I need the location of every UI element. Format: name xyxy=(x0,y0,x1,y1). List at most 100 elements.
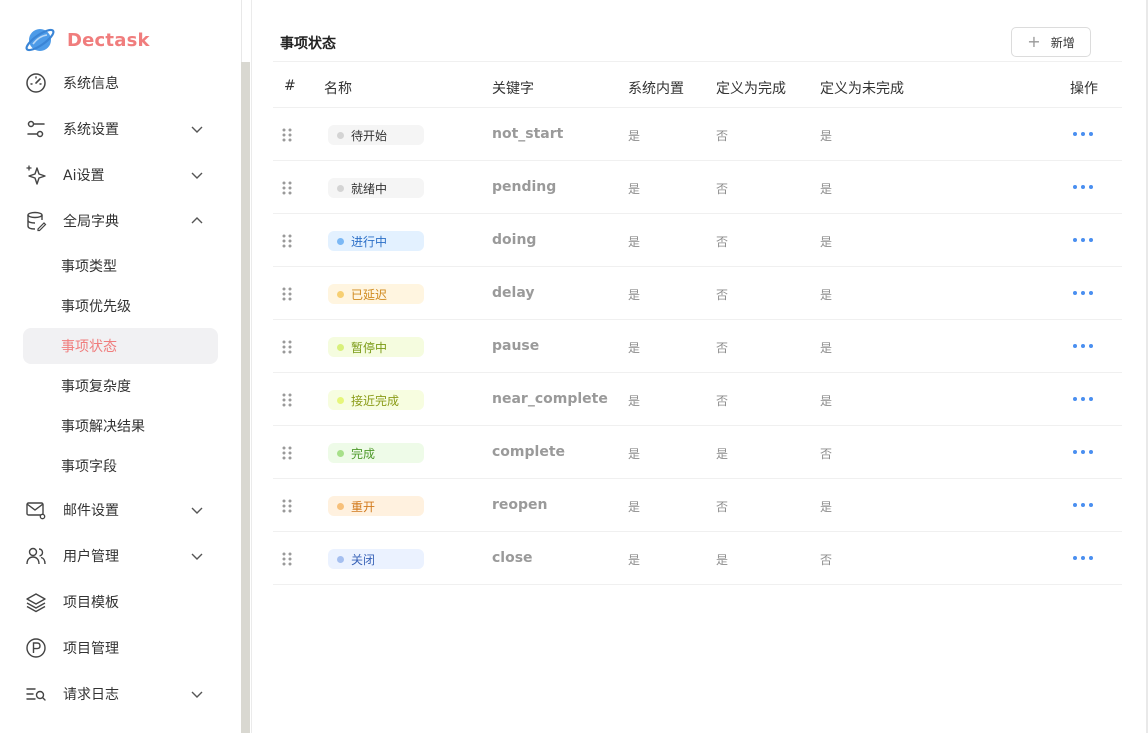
sidebar-item-ai-settings[interactable]: Ai设置 xyxy=(22,157,218,193)
drag-handle-icon[interactable] xyxy=(281,551,293,567)
drag-handle-icon[interactable] xyxy=(281,286,293,302)
column-header-defined-undone[interactable]: 定义为未完成 xyxy=(820,78,904,98)
status-dot xyxy=(337,555,344,563)
more-dots-icon[interactable] xyxy=(1073,178,1093,196)
drag-handle-icon[interactable] xyxy=(281,339,293,355)
chevron-down-icon xyxy=(191,553,203,560)
more-dots-icon[interactable] xyxy=(1073,390,1093,408)
sidebar-subitem-label: 事项优先级 xyxy=(61,299,131,315)
defined-done-value: 否 xyxy=(716,341,729,355)
defined-undone-value: 否 xyxy=(820,553,833,567)
sidebar-subitem-item-complexity[interactable]: 事项复杂度 xyxy=(23,368,218,404)
status-tag-label: 暂停中 xyxy=(351,340,388,355)
brand-name: Dectask xyxy=(67,29,150,51)
more-dots-icon[interactable] xyxy=(1073,284,1093,302)
main-panel: 事项状态 + 新增 # 名称 关键字 系统内置 定义为完成 定义为未完成 操作 … xyxy=(251,0,1148,733)
defined-undone-value: 是 xyxy=(820,129,833,143)
status-tag: 关闭 xyxy=(328,549,424,569)
drag-handle-icon[interactable] xyxy=(281,233,293,249)
defined-undone-value: 否 xyxy=(820,447,833,461)
builtin-value: 是 xyxy=(628,447,641,461)
sidebar-item-mail-settings[interactable]: 邮件设置 xyxy=(22,492,218,528)
column-header-defined-done[interactable]: 定义为完成 xyxy=(716,78,786,98)
ai-sparkle-icon xyxy=(24,163,48,187)
sidebar-subitem-item-priority[interactable]: 事项优先级 xyxy=(23,288,218,324)
more-dots-icon[interactable] xyxy=(1073,231,1093,249)
table-row: 进行中 doing 是 否 是 xyxy=(273,214,1122,267)
sidebar-subitem-label: 事项复杂度 xyxy=(61,379,131,395)
status-tag-label: 待开始 xyxy=(351,128,388,143)
table-row: 已延迟 delay 是 否 是 xyxy=(273,267,1122,320)
chevron-down-icon xyxy=(191,507,203,514)
drag-handle-icon[interactable] xyxy=(281,127,293,143)
chevron-down-icon xyxy=(191,691,203,698)
sidebar-item-global-dictionary[interactable]: 全局字典 xyxy=(22,203,218,239)
status-dot xyxy=(337,343,344,351)
defined-done-value: 否 xyxy=(716,235,729,249)
sidebar-item-user-management[interactable]: 用户管理 xyxy=(22,538,218,574)
drag-handle-icon[interactable] xyxy=(281,392,293,408)
status-tag: 接近完成 xyxy=(328,390,424,410)
builtin-value: 是 xyxy=(628,500,641,514)
table-row: 暂停中 pause 是 否 是 xyxy=(273,320,1122,373)
add-button[interactable]: + 新增 xyxy=(1011,27,1091,57)
column-header-key[interactable]: 关键字 xyxy=(492,78,534,98)
more-dots-icon[interactable] xyxy=(1073,549,1093,567)
sidebar-subitem-item-resolution[interactable]: 事项解决结果 xyxy=(23,408,218,444)
sidebar-item-label: 系统设置 xyxy=(63,122,119,138)
status-dot xyxy=(337,290,344,298)
sidebar-item-label: 系统信息 xyxy=(63,76,119,92)
more-dots-icon[interactable] xyxy=(1073,125,1093,143)
drag-handle-icon[interactable] xyxy=(281,180,293,196)
brand[interactable]: Dectask xyxy=(24,24,150,56)
sidebar-subitem-label: 事项字段 xyxy=(61,459,117,475)
sidebar-subitem-item-status[interactable]: 事项状态 xyxy=(23,328,218,364)
sidebar-item-label: 项目模板 xyxy=(63,595,119,611)
defined-done-value: 否 xyxy=(716,394,729,408)
plus-icon: + xyxy=(1027,32,1041,51)
sidebar-subitem-item-fields[interactable]: 事项字段 xyxy=(23,448,218,484)
sidebar-subitem-label: 事项类型 xyxy=(61,259,117,275)
sidebar-subitem-label: 事项状态 xyxy=(61,339,117,355)
status-tag: 就绪中 xyxy=(328,178,424,198)
more-dots-icon[interactable] xyxy=(1073,443,1093,461)
sidebar-scrollbar-thumb[interactable] xyxy=(241,62,250,733)
status-tag: 暂停中 xyxy=(328,337,424,357)
status-tag-label: 已延迟 xyxy=(351,287,388,302)
column-header-actions: 操作 xyxy=(1070,81,1098,97)
sidebar-item-project-templates[interactable]: 项目模板 xyxy=(22,584,218,620)
table-row: 重开 reopen 是 否 是 xyxy=(273,479,1122,532)
column-header-builtin[interactable]: 系统内置 xyxy=(628,78,684,98)
table-row: 接近完成 near_complete 是 否 是 xyxy=(273,373,1122,426)
chevron-up-icon xyxy=(191,217,203,224)
chevron-down-icon xyxy=(191,126,203,133)
sidebar-item-system-info[interactable]: 系统信息 xyxy=(22,65,218,101)
status-key: complete xyxy=(492,444,566,460)
status-key: delay xyxy=(492,285,535,301)
status-tag: 待开始 xyxy=(328,125,424,145)
column-header-name[interactable]: 名称 xyxy=(324,78,352,98)
layers-icon xyxy=(24,590,48,614)
sidebar-item-request-logs[interactable]: 请求日志 xyxy=(22,676,218,712)
drag-handle-icon[interactable] xyxy=(281,498,293,514)
planet-logo-icon xyxy=(25,28,55,52)
defined-done-value: 否 xyxy=(716,182,729,196)
more-dots-icon[interactable] xyxy=(1073,496,1093,514)
drag-handle-icon[interactable] xyxy=(281,445,293,461)
defined-done-value: 否 xyxy=(716,500,729,514)
status-table: # 名称 关键字 系统内置 定义为完成 定义为未完成 操作 待开始 not_sta… xyxy=(273,61,1122,585)
status-tag-label: 重开 xyxy=(351,499,376,514)
sidebar-item-system-settings[interactable]: 系统设置 xyxy=(22,111,218,147)
sidebar-item-label: 全局字典 xyxy=(63,214,119,230)
defined-done-value: 是 xyxy=(716,447,729,461)
defined-undone-value: 是 xyxy=(820,182,833,196)
more-dots-icon[interactable] xyxy=(1073,337,1093,355)
sidebar-subitem-item-type[interactable]: 事项类型 xyxy=(23,248,218,284)
builtin-value: 是 xyxy=(628,553,641,567)
table-row: 待开始 not_start 是 否 是 xyxy=(273,108,1122,161)
sidebar-item-project-management[interactable]: 项目管理 xyxy=(22,630,218,666)
defined-undone-value: 是 xyxy=(820,288,833,302)
table-row: 就绪中 pending 是 否 是 xyxy=(273,161,1122,214)
builtin-value: 是 xyxy=(628,341,641,355)
builtin-value: 是 xyxy=(628,182,641,196)
